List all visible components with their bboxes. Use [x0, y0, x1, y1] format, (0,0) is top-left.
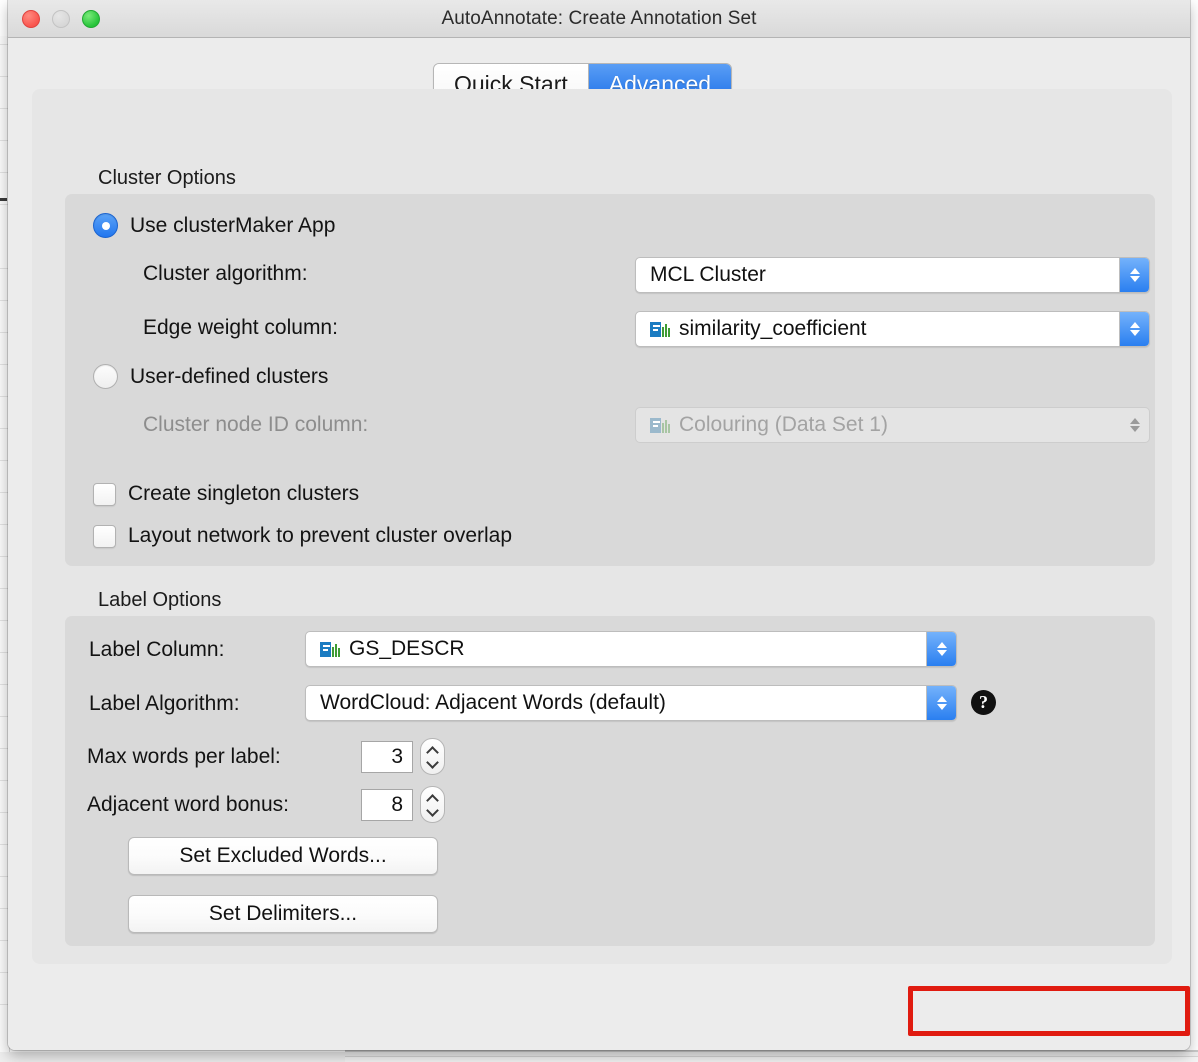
- checkbox-indicator-layout: [93, 524, 116, 548]
- edge-weight-column-value: similarity_coefficient: [679, 317, 867, 340]
- cluster-algorithm-label: Cluster algorithm:: [143, 262, 308, 285]
- label-algorithm-label-row: Label Algorithm:: [89, 692, 240, 716]
- cluster-node-id-column-value-wrap: Colouring (Data Set 1): [636, 413, 1121, 437]
- cluster-algorithm-dropdown[interactable]: MCL Cluster: [635, 257, 1150, 293]
- label-column-chevrons[interactable]: [926, 632, 956, 666]
- cluster-node-id-column-chevrons: [1121, 408, 1149, 442]
- checkbox-indicator-singleton: [93, 482, 116, 506]
- checkbox-create-singleton-clusters[interactable]: Create singleton clusters: [93, 482, 359, 506]
- checkbox-layout-network[interactable]: Layout network to prevent cluster overla…: [93, 524, 512, 548]
- background-bottom-panel: [345, 1056, 1198, 1062]
- help-icon[interactable]: ?: [971, 690, 996, 715]
- radio-user-defined-clusters[interactable]: User-defined clusters: [93, 364, 328, 389]
- adjacent-word-bonus-label: Adjacent word bonus:: [87, 793, 289, 816]
- background-bottom-divider: [345, 1050, 1198, 1052]
- edge-weight-column-value-wrap: similarity_coefficient: [636, 317, 1119, 341]
- dialog-window: AutoAnnotate: Create Annotation Set Quic…: [8, 0, 1190, 1050]
- radio-indicator-clustermaker: [93, 213, 118, 238]
- label-algorithm-dropdown[interactable]: WordCloud: Adjacent Words (default): [305, 685, 957, 721]
- adjacent-bonus-input[interactable]: 8: [361, 789, 413, 821]
- adjacent-bonus-stepper[interactable]: [420, 786, 445, 823]
- cluster-node-id-column-label: Cluster node ID column:: [143, 413, 369, 436]
- radio-label-user-defined: User-defined clusters: [130, 364, 329, 388]
- label-options-title: Label Options: [98, 589, 222, 611]
- edge-weight-column-chevrons[interactable]: [1119, 312, 1149, 346]
- create-annotations-highlight: [908, 986, 1190, 1036]
- cluster-node-id-column-dropdown: Colouring (Data Set 1): [635, 407, 1150, 443]
- max-words-stepper[interactable]: [420, 738, 445, 775]
- label-column-value-wrap: GS_DESCR: [306, 637, 926, 661]
- window-titlebar: AutoAnnotate: Create Annotation Set: [8, 0, 1190, 38]
- cluster-node-id-label-row: Cluster node ID column:: [143, 413, 368, 437]
- cluster-node-id-column-value: Colouring (Data Set 1): [679, 413, 888, 436]
- label-column-label: Label Column:: [89, 638, 225, 661]
- cluster-algorithm-label-row: Cluster algorithm:: [143, 262, 308, 286]
- em-column-icon: [650, 321, 670, 337]
- cluster-algorithm-value: MCL Cluster: [650, 263, 766, 286]
- radio-indicator-user-defined: [93, 364, 118, 389]
- cluster-algorithm-chevrons[interactable]: [1119, 258, 1149, 292]
- set-delimiters-button[interactable]: Set Delimiters...: [128, 895, 438, 933]
- max-words-per-label-label: Max words per label:: [87, 745, 281, 768]
- checkbox-label-singleton: Create singleton clusters: [128, 482, 360, 505]
- em-column-icon-label: [320, 641, 340, 657]
- set-excluded-words-button[interactable]: Set Excluded Words...: [128, 837, 438, 875]
- edge-weight-column-label: Edge weight column:: [143, 316, 338, 339]
- max-words-label-row: Max words per label:: [87, 745, 281, 769]
- radio-use-clustermaker[interactable]: Use clusterMaker App: [93, 213, 335, 238]
- background-selected-row-marker: [0, 198, 7, 201]
- label-algorithm-label: Label Algorithm:: [89, 692, 240, 715]
- label-column-value: GS_DESCR: [349, 637, 465, 660]
- dialog-content: Quick Start Advanced Cluster Options Use…: [8, 38, 1190, 1050]
- label-column-dropdown[interactable]: GS_DESCR: [305, 631, 957, 667]
- cluster-options-title: Cluster Options: [98, 167, 236, 189]
- label-column-label-row: Label Column:: [89, 638, 224, 662]
- edge-weight-column-dropdown[interactable]: similarity_coefficient: [635, 311, 1150, 347]
- adjacent-bonus-label-row: Adjacent word bonus:: [87, 793, 289, 817]
- options-card: Cluster Options Use clusterMaker App Clu…: [32, 89, 1172, 964]
- edge-weight-label-row: Edge weight column:: [143, 316, 338, 340]
- radio-label-clustermaker: Use clusterMaker App: [130, 213, 336, 237]
- window-title: AutoAnnotate: Create Annotation Set: [441, 8, 757, 29]
- cluster-options-panel: Use clusterMaker App Cluster algorithm: …: [65, 194, 1155, 566]
- checkbox-label-layout: Layout network to prevent cluster overla…: [128, 524, 513, 547]
- label-algorithm-chevrons[interactable]: [926, 686, 956, 720]
- label-options-panel: Label Column: GS_DESCR Label Algorithm: …: [65, 616, 1155, 946]
- max-words-input[interactable]: 3: [361, 741, 413, 773]
- label-algorithm-value: WordCloud: Adjacent Words (default): [320, 691, 666, 714]
- em-column-icon-disabled: [650, 417, 670, 433]
